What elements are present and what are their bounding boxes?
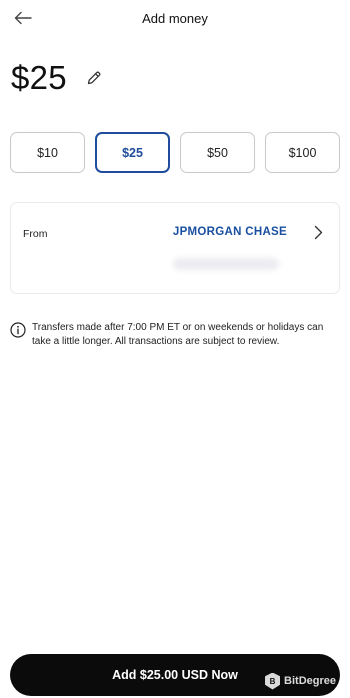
page-title: Add money	[142, 11, 208, 26]
preset-100-button[interactable]: $100	[265, 132, 340, 173]
preset-25-button[interactable]: $25	[95, 132, 170, 173]
watermark-text: BitDegree	[284, 675, 336, 687]
preset-10-button[interactable]: $10	[10, 132, 85, 173]
notice-text: Transfers made after 7:00 PM ET or on we…	[32, 322, 324, 347]
edit-amount-button[interactable]	[85, 69, 103, 87]
info-icon	[10, 322, 26, 338]
chevron-right-icon	[312, 224, 324, 240]
funding-source-card[interactable]: From JPMORGAN CHASE	[10, 202, 340, 294]
preset-amounts: $10 $25 $50 $100	[10, 132, 340, 173]
from-label: From	[23, 228, 48, 240]
pencil-icon	[87, 71, 101, 85]
account-number-redacted	[173, 258, 279, 270]
bitdegree-watermark: B BitDegree	[265, 671, 336, 691]
header: Add money	[0, 0, 350, 38]
bitdegree-logo-icon: B	[265, 672, 281, 690]
amount-row: $25	[11, 58, 103, 98]
bank-name: JPMORGAN CHASE	[172, 226, 287, 238]
transfer-notice: Transfers made after 7:00 PM ET or on we…	[10, 321, 340, 349]
amount-display[interactable]: $25	[11, 59, 67, 97]
preset-50-button[interactable]: $50	[180, 132, 255, 173]
